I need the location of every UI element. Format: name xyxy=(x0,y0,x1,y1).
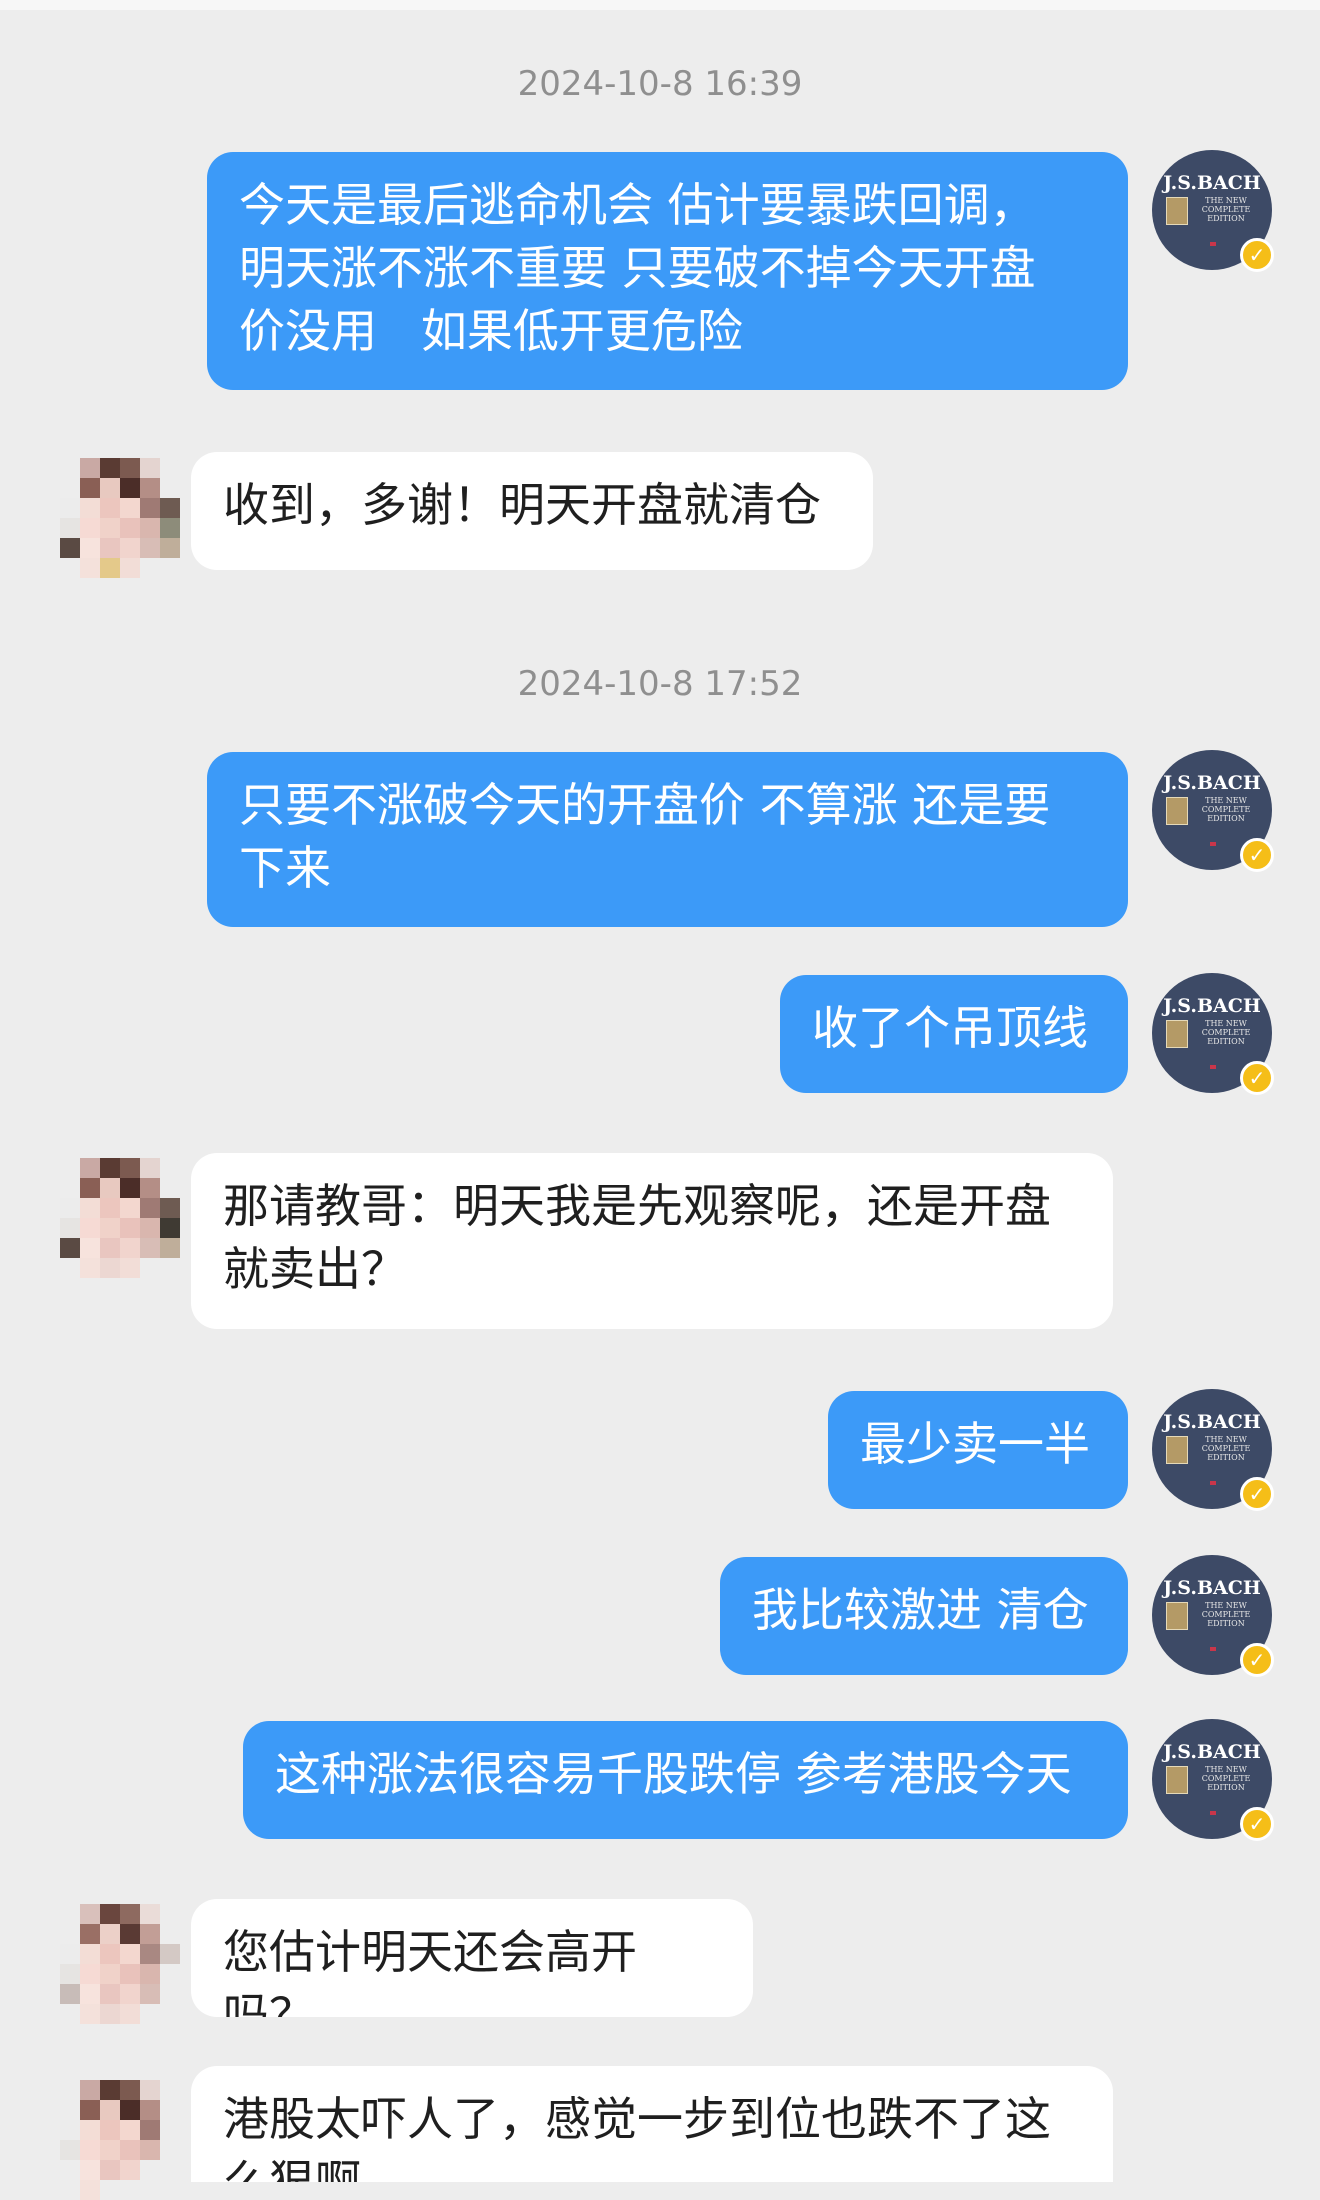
incoming-message-bubble[interactable]: 那请教哥：明天我是先观察呢，还是开盘 就卖出？ xyxy=(191,1153,1113,1329)
avatar-subtitle: THE NEW COMPLETE EDITION xyxy=(1201,1601,1251,1628)
timestamp: 2024-10-8 16:39 xyxy=(517,64,803,104)
portrait-icon xyxy=(1166,1020,1188,1048)
portrait-icon xyxy=(1166,1602,1188,1630)
avatar-title: J.S.BACH xyxy=(1163,995,1261,1017)
flag-icon xyxy=(1210,1481,1216,1485)
bach-avatar[interactable]: J.S.BACH THE NEW COMPLETE EDITION ✓ xyxy=(1152,973,1274,1095)
outgoing-message-bubble[interactable]: 收了个吊顶线 xyxy=(780,975,1128,1093)
outgoing-message-bubble[interactable]: 只要不涨破今天的开盘价 不算涨 还是要 下来 xyxy=(207,752,1128,927)
portrait-icon xyxy=(1166,797,1188,825)
avatar-subtitle: THE NEW COMPLETE EDITION xyxy=(1201,796,1251,823)
avatar-title: J.S.BACH xyxy=(1163,1411,1261,1433)
timestamp: 2024-10-8 17:52 xyxy=(517,664,803,704)
avatar-title: J.S.BACH xyxy=(1163,1577,1261,1599)
avatar-subtitle: THE NEW COMPLETE EDITION xyxy=(1201,1019,1251,1046)
verified-check-icon: ✓ xyxy=(1240,238,1274,272)
portrait-icon xyxy=(1166,1436,1188,1464)
flag-icon xyxy=(1210,1647,1216,1651)
avatar-title: J.S.BACH xyxy=(1163,1741,1261,1763)
avatar-subtitle: THE NEW COMPLETE EDITION xyxy=(1201,1765,1251,1792)
avatar-subtitle: THE NEW COMPLETE EDITION xyxy=(1201,196,1251,223)
incoming-message-bubble[interactable]: 收到，多谢！明天开盘就清仓 xyxy=(191,452,873,570)
outgoing-message-bubble[interactable]: 这种涨法很容易千股跌停 参考港股今天 xyxy=(243,1721,1128,1839)
user-avatar[interactable] xyxy=(60,1904,180,2024)
portrait-icon xyxy=(1166,197,1188,225)
outgoing-message-bubble[interactable]: 今天是最后逃命机会 估计要暴跌回调， 明天涨不涨不重要 只要破不掉今天开盘 价没… xyxy=(207,152,1128,390)
verified-check-icon: ✓ xyxy=(1240,1477,1274,1511)
verified-check-icon: ✓ xyxy=(1240,1061,1274,1095)
flag-icon xyxy=(1210,1065,1216,1069)
user-avatar[interactable] xyxy=(60,458,180,578)
bach-avatar[interactable]: J.S.BACH THE NEW COMPLETE EDITION ✓ xyxy=(1152,1719,1274,1841)
portrait-icon xyxy=(1166,1766,1188,1794)
outgoing-message-bubble[interactable]: 最少卖一半 xyxy=(828,1391,1128,1509)
verified-check-icon: ✓ xyxy=(1240,1807,1274,1841)
incoming-message-bubble[interactable]: 港股太吓人了，感觉一步到位也跌不了这 么狠啊 xyxy=(191,2066,1113,2182)
outgoing-message-bubble[interactable]: 我比较激进 清仓 xyxy=(720,1557,1128,1675)
verified-check-icon: ✓ xyxy=(1240,1643,1274,1677)
flag-icon xyxy=(1210,842,1216,846)
verified-check-icon: ✓ xyxy=(1240,838,1274,872)
flag-icon xyxy=(1210,242,1216,246)
avatar-subtitle: THE NEW COMPLETE EDITION xyxy=(1201,1435,1251,1462)
incoming-message-bubble[interactable]: 您估计明天还会高开吗？ xyxy=(191,1899,753,2017)
top-strip xyxy=(0,0,1320,10)
flag-icon xyxy=(1210,1811,1216,1815)
user-avatar[interactable] xyxy=(60,2080,180,2200)
avatar-title: J.S.BACH xyxy=(1163,772,1261,794)
user-avatar[interactable] xyxy=(60,1158,180,1278)
avatar-title: J.S.BACH xyxy=(1163,172,1261,194)
bach-avatar[interactable]: J.S.BACH THE NEW COMPLETE EDITION ✓ xyxy=(1152,1555,1274,1677)
bach-avatar[interactable]: J.S.BACH THE NEW COMPLETE EDITION ✓ xyxy=(1152,1389,1274,1511)
bach-avatar[interactable]: J.S.BACH THE NEW COMPLETE EDITION ✓ xyxy=(1152,750,1274,872)
bach-avatar[interactable]: J.S.BACH THE NEW COMPLETE EDITION ✓ xyxy=(1152,150,1274,272)
